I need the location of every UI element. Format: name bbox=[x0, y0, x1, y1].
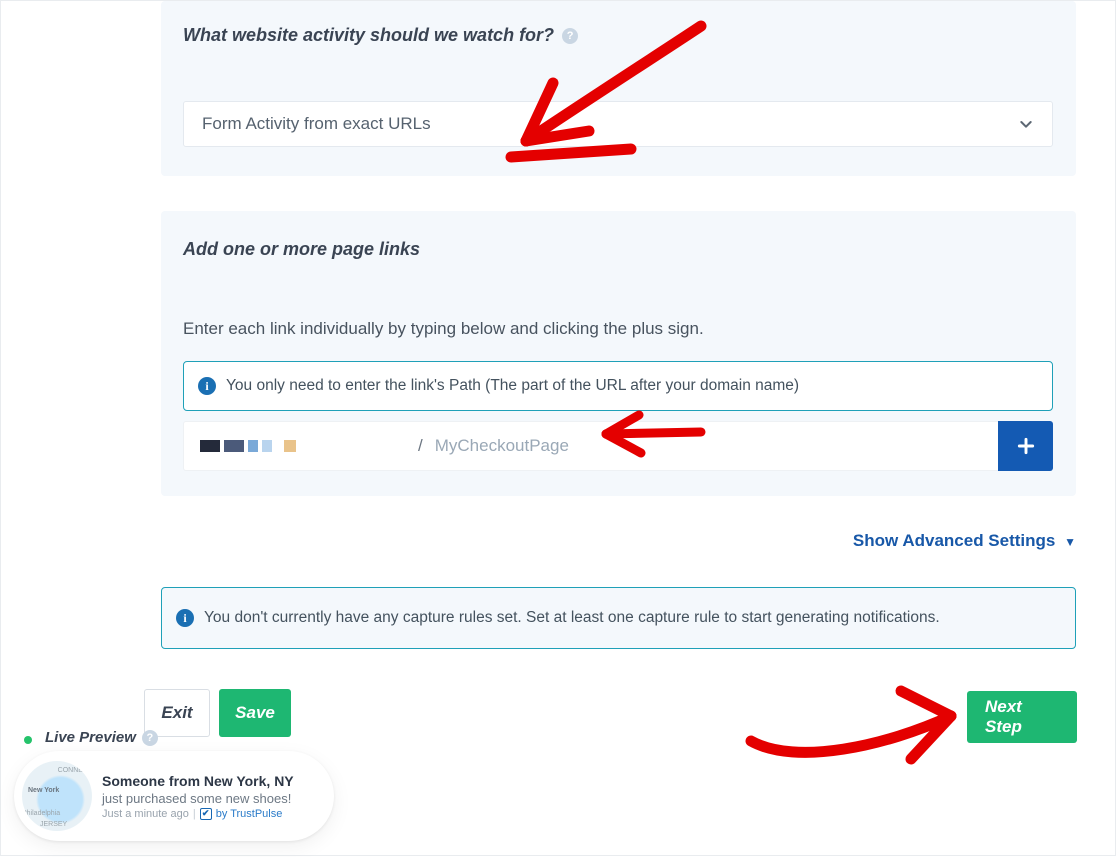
toast-subtitle: just purchased some new shoes! bbox=[102, 791, 320, 806]
toast-map-icon: CONNEC New York Philadelphia JERSEY bbox=[22, 761, 92, 831]
activity-title-text: What website activity should we watch fo… bbox=[183, 25, 554, 46]
chevron-down-icon bbox=[1018, 116, 1034, 132]
info-icon: i bbox=[176, 609, 194, 627]
toast-body: Someone from New York, NY just purchased… bbox=[102, 773, 320, 820]
warning-text: You don't currently have any capture rul… bbox=[204, 609, 940, 627]
help-icon[interactable]: ? bbox=[562, 28, 578, 44]
links-panel-title: Add one or more page links bbox=[183, 239, 420, 260]
links-info-text: You only need to enter the link's Path (… bbox=[226, 377, 799, 395]
links-info-callout: i You only need to enter the link's Path… bbox=[183, 361, 1053, 411]
toast-title: Someone from New York, NY bbox=[102, 773, 320, 789]
activity-panel-title: What website activity should we watch fo… bbox=[183, 25, 578, 46]
next-step-button[interactable]: Next Step bbox=[967, 691, 1077, 743]
advanced-link-text: Show Advanced Settings bbox=[853, 531, 1055, 550]
caret-down-icon: ▼ bbox=[1064, 535, 1076, 549]
preview-toast: CONNEC New York Philadelphia JERSEY Some… bbox=[14, 751, 334, 841]
toast-brand[interactable]: by TrustPulse bbox=[216, 808, 283, 820]
activity-panel: What website activity should we watch fo… bbox=[161, 1, 1076, 176]
link-path-input[interactable]: / MyCheckoutPage bbox=[183, 421, 998, 471]
trustpulse-badge-icon: ✔ bbox=[200, 808, 212, 820]
path-separator: / bbox=[418, 436, 423, 456]
help-icon[interactable]: ? bbox=[142, 730, 158, 746]
links-panel: Add one or more page links Enter each li… bbox=[161, 211, 1076, 496]
annotation-arrow-3 bbox=[736, 671, 971, 786]
info-icon: i bbox=[198, 377, 216, 395]
links-title-text: Add one or more page links bbox=[183, 239, 420, 260]
link-input-row: / MyCheckoutPage bbox=[183, 421, 1053, 471]
toast-meta: Just a minute ago | ✔ by TrustPulse bbox=[102, 808, 320, 820]
add-link-button[interactable] bbox=[998, 421, 1053, 471]
links-instruction: Enter each link individually by typing b… bbox=[183, 319, 704, 339]
live-status-dot bbox=[24, 736, 32, 744]
live-preview-label: Live Preview ? bbox=[45, 729, 158, 746]
path-placeholder: MyCheckoutPage bbox=[435, 436, 569, 456]
no-rules-warning: i You don't currently have any capture r… bbox=[161, 587, 1076, 649]
save-button[interactable]: Save bbox=[219, 689, 291, 737]
activity-type-select[interactable]: Form Activity from exact URLs bbox=[183, 101, 1053, 147]
toast-time: Just a minute ago bbox=[102, 808, 189, 820]
activity-type-value: Form Activity from exact URLs bbox=[202, 114, 431, 134]
domain-redacted bbox=[200, 440, 296, 452]
show-advanced-settings-link[interactable]: Show Advanced Settings ▼ bbox=[161, 531, 1076, 551]
